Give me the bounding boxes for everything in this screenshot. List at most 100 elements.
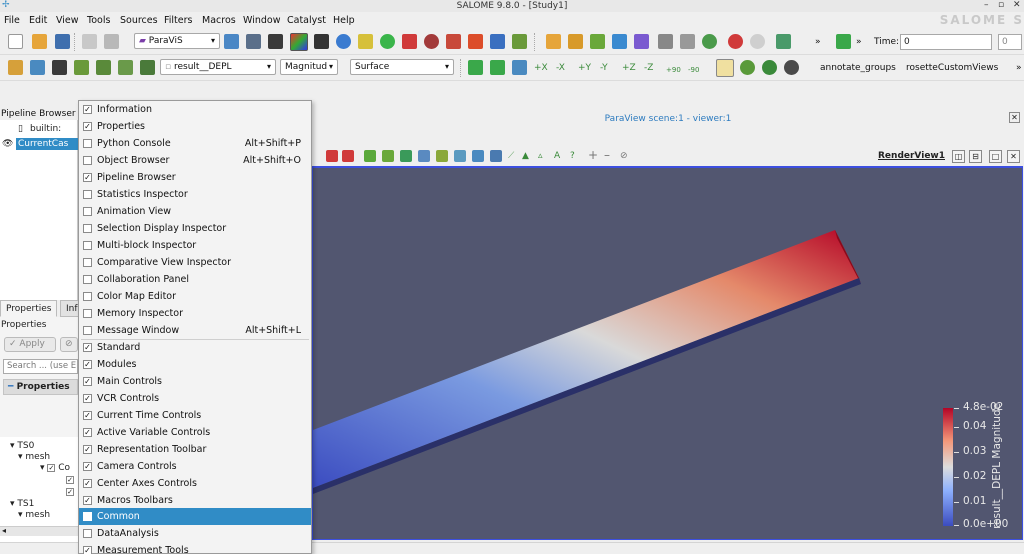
zoom-to-data-icon[interactable]: [490, 60, 505, 75]
grow-selection-icon[interactable]: [472, 150, 484, 162]
eye-icon[interactable]: 👁: [2, 138, 13, 150]
triangle-icon[interactable]: ▵: [538, 149, 543, 163]
menu-item-comparative-view-inspector[interactable]: Comparative View Inspector: [79, 254, 311, 271]
variable-combo[interactable]: ▫ result__DEPL ▾: [160, 59, 276, 75]
maximize-button[interactable]: ▫: [998, 0, 1004, 11]
menu-sources[interactable]: Sources: [120, 14, 158, 27]
toolbar-overflow-icon[interactable]: »: [1016, 61, 1022, 75]
pick-center-icon[interactable]: [716, 59, 734, 77]
tree-item-subfield[interactable]: ✓: [66, 475, 74, 486]
menu-item-information[interactable]: ✓ Information: [79, 101, 311, 118]
threshold-icon[interactable]: [468, 34, 483, 49]
shrink-selection-icon[interactable]: [490, 150, 502, 162]
help-query-icon[interactable]: ?: [570, 149, 575, 163]
checkbox[interactable]: ✓: [66, 487, 74, 496]
rescale-custom-icon[interactable]: [74, 60, 89, 75]
tree-item-mesh[interactable]: ▾ mesh: [18, 452, 50, 463]
menu-item-animation-view[interactable]: Animation View: [79, 203, 311, 220]
checkbox[interactable]: ✓: [66, 475, 74, 484]
folder-source-icon[interactable]: [358, 34, 373, 49]
menu-item-dataanalysis[interactable]: DataAnalysis: [79, 525, 311, 542]
menu-item-memory-inspector[interactable]: Memory Inspector: [79, 305, 311, 322]
reset-camera-icon[interactable]: [468, 60, 483, 75]
python-shell-icon[interactable]: [634, 34, 649, 49]
rescale-visible-icon[interactable]: [96, 60, 111, 75]
zoom-to-box-icon[interactable]: [512, 60, 527, 75]
menu-edit[interactable]: Edit: [29, 14, 47, 27]
macro-rosette-custom-views[interactable]: rosetteCustomViews: [906, 61, 998, 75]
checkbox[interactable]: ✓: [47, 463, 56, 472]
hover-cells-icon[interactable]: [454, 150, 466, 162]
redo-icon[interactable]: [750, 34, 765, 49]
clear-selection-icon[interactable]: ⊘: [620, 149, 628, 163]
calculator-icon[interactable]: [380, 34, 395, 49]
color-legend-icon[interactable]: [8, 60, 23, 75]
menu-tools[interactable]: Tools: [87, 14, 110, 27]
select-frustum-icon[interactable]: [364, 150, 376, 162]
menu-item-collaboration-panel[interactable]: Collaboration Panel: [79, 271, 311, 288]
minimize-button[interactable]: –: [984, 0, 989, 11]
open-folder-icon[interactable]: [32, 34, 47, 49]
menu-item-vcr-controls[interactable]: ✓ VCR Controls: [79, 390, 311, 407]
menu-item-statistics-inspector[interactable]: Statistics Inspector: [79, 186, 311, 203]
state-save-icon[interactable]: [680, 34, 695, 49]
pipeline-item-currentcase[interactable]: CurrentCas: [16, 138, 78, 150]
select-block-icon[interactable]: [382, 150, 394, 162]
connect-icon[interactable]: [590, 34, 605, 49]
menu-item-message-window[interactable]: Message Window Alt+Shift+L: [79, 322, 311, 339]
tree-item-mesh[interactable]: ▾ mesh: [18, 510, 50, 521]
ruler-icon[interactable]: ⟋: [508, 149, 514, 163]
module-combo[interactable]: ▰ ParaViS ▾: [134, 33, 220, 49]
close-window-button[interactable]: ✕: [1013, 0, 1021, 11]
glyph-icon[interactable]: [512, 34, 527, 49]
menu-item-selection-display-inspector[interactable]: Selection Display Inspector: [79, 220, 311, 237]
macro-annotate-groups[interactable]: annotate_groups: [820, 61, 896, 75]
menu-item-properties[interactable]: ✓ Properties: [79, 118, 311, 135]
sphere-icon[interactable]: [336, 34, 351, 49]
menu-item-measurement-tools[interactable]: ✓ Measurement Tools: [79, 542, 311, 554]
query-icon[interactable]: A: [554, 149, 560, 163]
render-viewport[interactable]: 4.8e-02 0.04 0.03 0.02 0.01 0.0e+00 resu…: [312, 166, 1023, 540]
menu-window[interactable]: Window: [243, 14, 280, 27]
state-load-icon[interactable]: [658, 34, 673, 49]
menu-item-current-time-controls[interactable]: ✓ Current Time Controls: [79, 407, 311, 424]
select-polygon-icon[interactable]: [400, 150, 412, 162]
view-minus-x-button[interactable]: -X: [556, 61, 565, 75]
study-module-icon[interactable]: [268, 34, 283, 49]
extract-icon[interactable]: [490, 34, 505, 49]
reset-center-icon[interactable]: [762, 60, 777, 75]
interactive-select-icon[interactable]: [418, 150, 430, 162]
select-points-icon[interactable]: [342, 150, 354, 162]
rescale-temporal-icon[interactable]: [118, 60, 133, 75]
open-data-icon[interactable]: [546, 34, 561, 49]
menu-item-macros-toolbars[interactable]: ✓ Macros Toolbars: [79, 492, 311, 509]
apply-button[interactable]: ✓ Apply: [4, 337, 56, 352]
save-icon[interactable]: [55, 34, 70, 49]
slice-icon[interactable]: [446, 34, 461, 49]
menu-item-object-browser[interactable]: Object Browser Alt+Shift+O: [79, 152, 311, 169]
close-view-button[interactable]: ✕: [1009, 112, 1020, 123]
filter-icon[interactable]: [314, 34, 329, 49]
split-horizontal-button[interactable]: ◫: [952, 150, 965, 163]
reset-session-icon[interactable]: [612, 34, 627, 49]
angle-icon[interactable]: ▲: [522, 149, 529, 163]
time-index-spinbox[interactable]: 0: [998, 34, 1022, 50]
menu-item-camera-controls[interactable]: ✓ Camera Controls: [79, 458, 311, 475]
hover-points-icon[interactable]: [436, 150, 448, 162]
remove-icon[interactable]: –: [604, 148, 610, 162]
clip-icon[interactable]: [402, 34, 417, 49]
refresh-icon[interactable]: [702, 34, 717, 49]
save-data-icon[interactable]: [568, 34, 583, 49]
scroll-left-icon[interactable]: ◂: [2, 526, 6, 535]
rotation-center-icon[interactable]: [784, 60, 799, 75]
menu-item-standard[interactable]: ✓ Standard: [79, 339, 311, 356]
time-input[interactable]: 0: [900, 34, 992, 50]
geometry-module-icon[interactable]: [224, 34, 239, 49]
tree-item-subfield[interactable]: ✓: [66, 487, 74, 498]
show-center-icon[interactable]: [740, 60, 755, 75]
select-cells-icon[interactable]: [326, 150, 338, 162]
tree-item-ts0[interactable]: ▾ TS0: [10, 441, 34, 452]
rotate-plus-90-button[interactable]: +90: [666, 63, 681, 77]
menu-item-center-axes-controls[interactable]: ✓ Center Axes Controls: [79, 475, 311, 492]
toolbar-overflow-icon[interactable]: »: [856, 35, 862, 49]
